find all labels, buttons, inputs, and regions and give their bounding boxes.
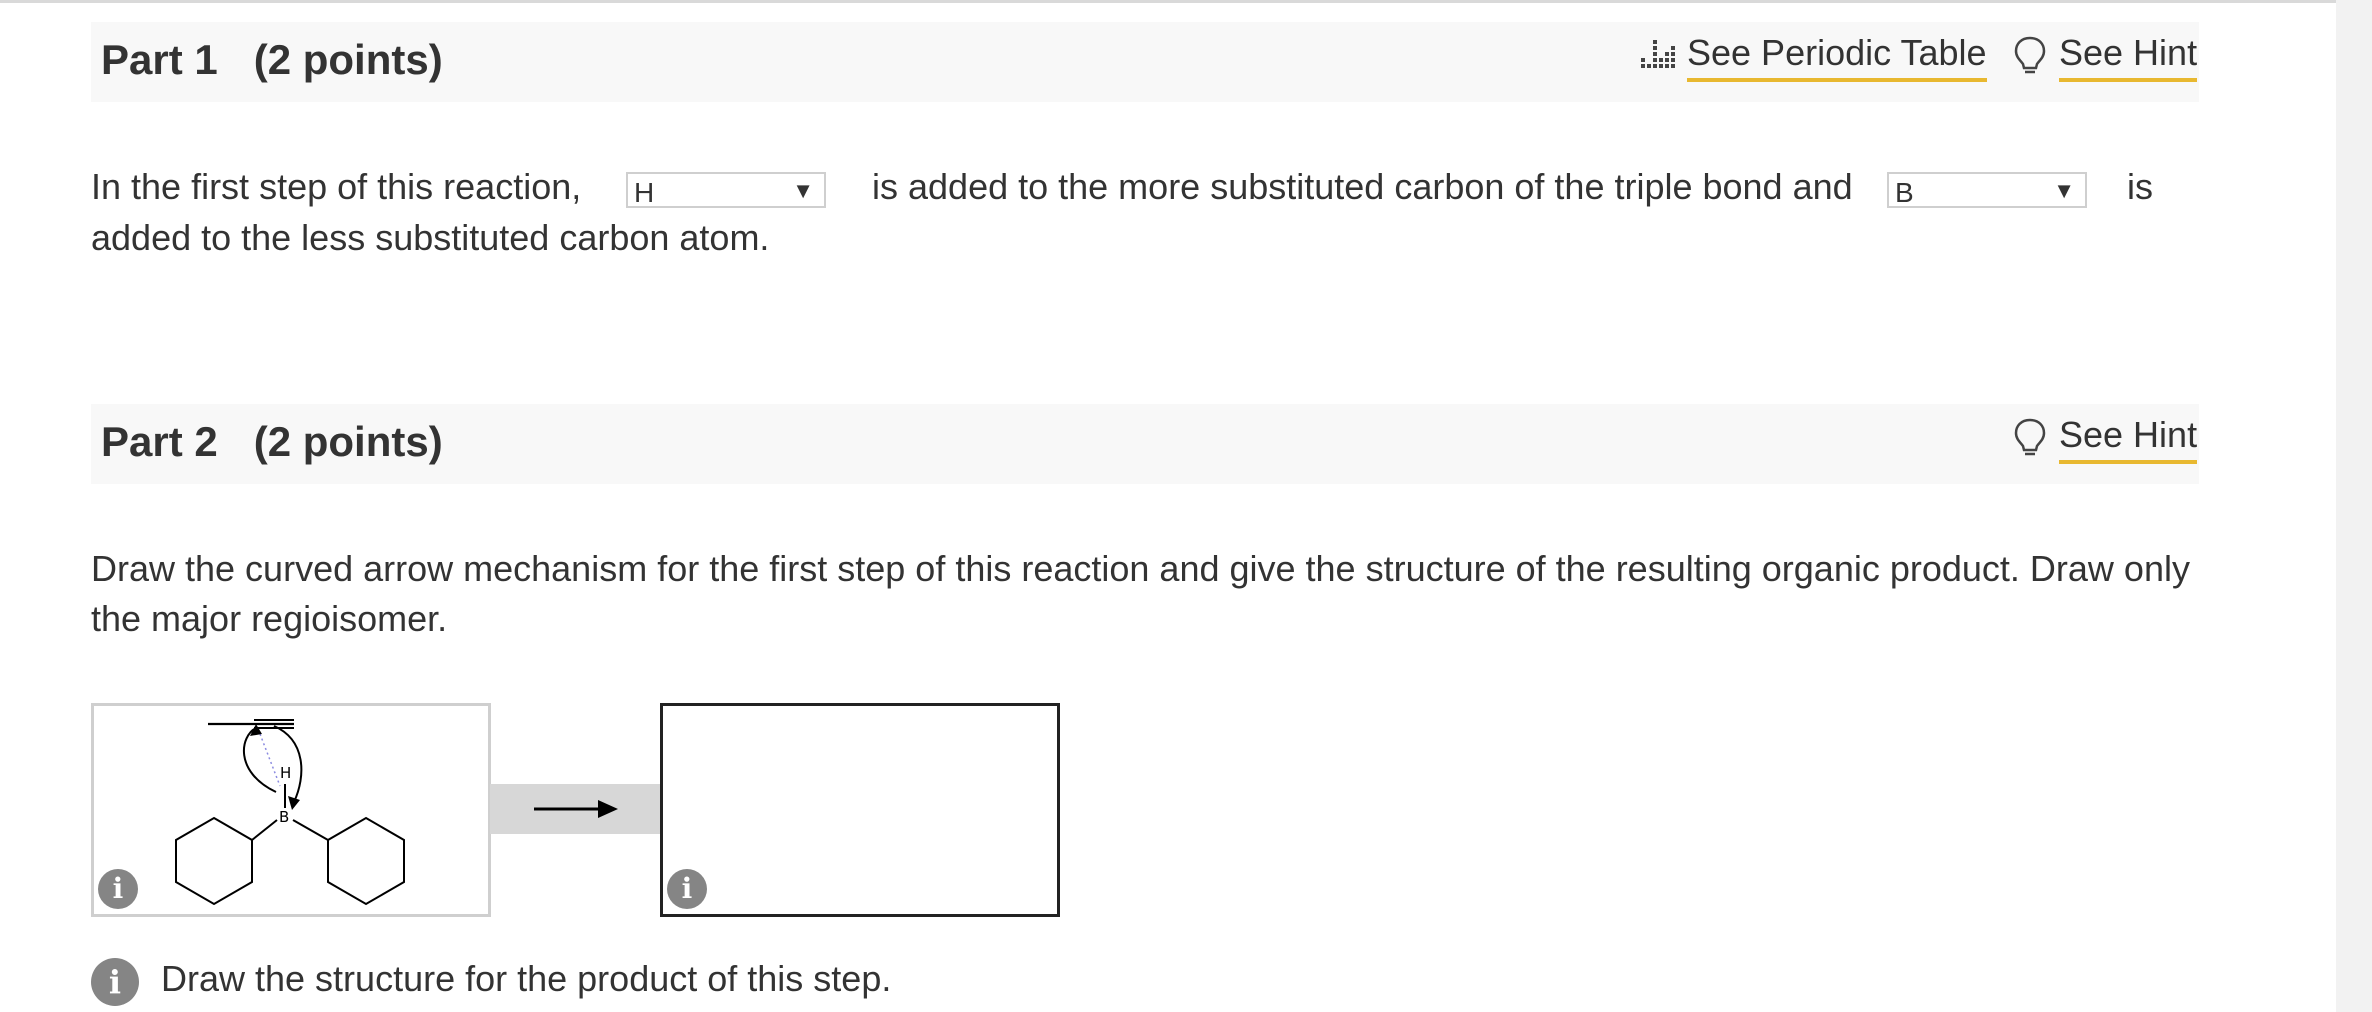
reaction-arrow-connector (490, 784, 660, 834)
mechanism-drawing: H B (175, 719, 405, 906)
boron-atom-label: B (279, 808, 289, 826)
part2-instructions-line2: the major regioisomer. (91, 598, 448, 639)
dropdown-arrow-icon: ▼ (2053, 178, 2075, 203)
part1-see-hint-link[interactable]: See Hint (2011, 32, 2198, 82)
top-border (0, 0, 2372, 3)
info-icon[interactable]: i (667, 869, 707, 909)
footer-info-icon[interactable]: i (91, 958, 139, 1006)
footer-note: Draw the structure for the product of th… (161, 958, 892, 999)
part2-see-hint-link[interactable]: See Hint (2011, 414, 2198, 464)
b-c-bond-right (292, 819, 329, 841)
part1-title-label: Part 1 (101, 36, 218, 83)
b-c-bond-left (251, 819, 278, 841)
cyclohexyl-ring-right (327, 816, 405, 906)
right-arrow-icon (534, 800, 618, 818)
hydrogen-atom-label: H (280, 764, 291, 782)
part1-sentence-b: is added to the more substituted carbon … (872, 166, 1853, 207)
periodic-table-icon (1641, 40, 1675, 68)
select-1-value: H (634, 177, 655, 208)
part2-header: Part 2 (2 points) See Hint (91, 404, 2199, 484)
dropdown-arrow-icon: ▼ (792, 178, 814, 203)
cyclohexyl-ring-left (175, 816, 253, 906)
see-periodic-table-link[interactable]: See Periodic Table (1639, 32, 1987, 82)
part2-title-label: Part 2 (101, 418, 218, 465)
curved-arrow-1 (242, 727, 277, 793)
part2-instructions-line1: Draw the curved arrow mechanism for the … (91, 548, 2190, 589)
part1-sentence-d: added to the less substituted carbon ato… (91, 217, 770, 258)
part2-title: Part 2 (2 points) (101, 418, 443, 466)
part1-atom-select-2[interactable]: B ▼ (1887, 172, 2087, 208)
partial-bond-dotted (259, 733, 281, 787)
lightbulb-icon (2014, 36, 2046, 74)
select-2-value: B (1895, 177, 1914, 208)
scrollbar-track[interactable] (2336, 0, 2372, 1012)
reactant-drawing-canvas[interactable]: H B i (91, 703, 491, 917)
product-drawing-canvas[interactable]: i (660, 703, 1060, 917)
part1-hint-label: See Hint (2059, 32, 2198, 82)
part2-points: (2 points) (253, 418, 443, 465)
periodic-table-label: See Periodic Table (1687, 32, 1987, 82)
part1-sentence-a: In the first step of this reaction, (91, 166, 582, 207)
part1-atom-select-1[interactable]: H ▼ (626, 172, 826, 208)
lightbulb-icon (2014, 418, 2046, 456)
info-icon[interactable]: i (98, 869, 138, 909)
part1-title: Part 1 (2 points) (101, 36, 443, 84)
part1-points: (2 points) (253, 36, 443, 83)
arrowhead-2 (288, 796, 300, 810)
part1-sentence-c: is (2127, 166, 2153, 207)
part2-hint-label: See Hint (2059, 414, 2198, 464)
part1-header: Part 1 (2 points) See Periodic Table See … (91, 22, 2199, 102)
